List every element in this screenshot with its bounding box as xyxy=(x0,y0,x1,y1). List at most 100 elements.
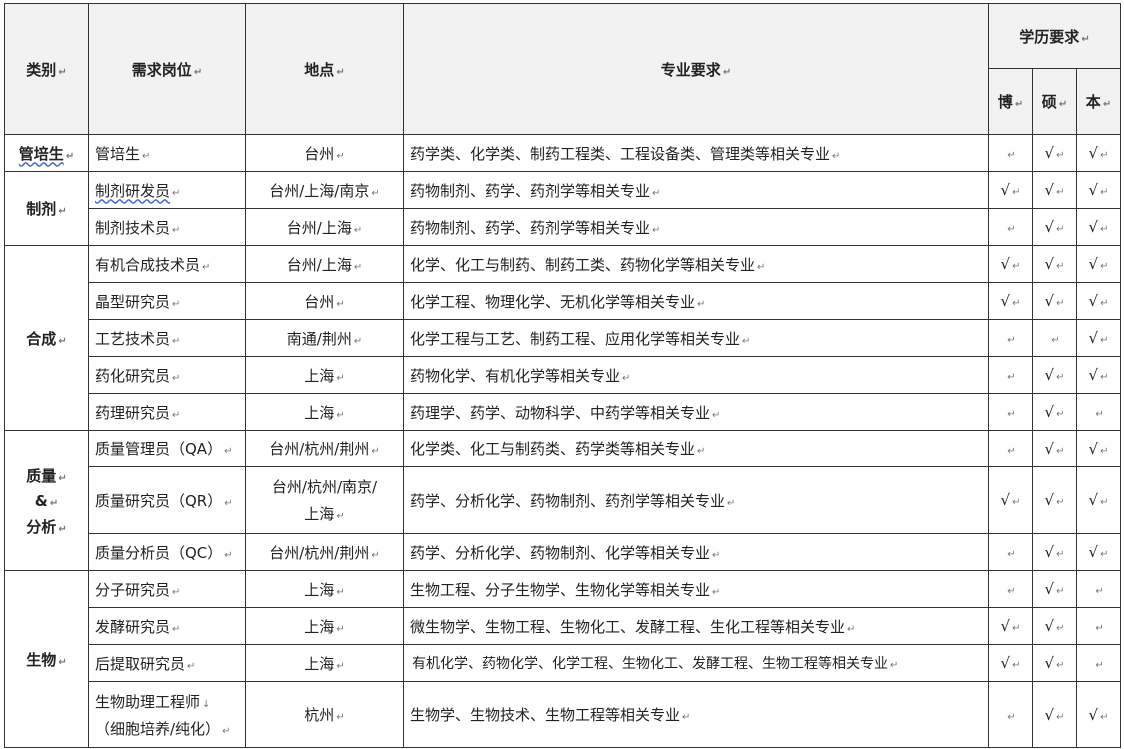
phd-cell: √ ↵ xyxy=(988,644,1033,682)
major-cell: 化学、化工与制药、制药工类、药物化学等相关专业 ↵ xyxy=(403,245,989,283)
bachelor-cell: √ ↵ xyxy=(1075,319,1122,357)
location-cell: 上海 ↵ xyxy=(245,644,404,682)
phd-cell: √ ↵ xyxy=(988,282,1033,320)
position-cell: 发酵研究员 ↵ xyxy=(88,607,246,645)
header-position: 需求岗位 ↵ xyxy=(88,3,246,135)
major-cell: 化学工程与工艺、制药工程、应用化学等相关专业 ↵ xyxy=(403,319,989,357)
header-education: 学历要求 ↵ xyxy=(987,3,1122,69)
table-row: 药化研究员 ↵ 上海 ↵ 药物化学、有机化学等相关专业 ↵ ↵ √ ↵ √ ↵ xyxy=(5,356,1122,394)
location-cell: 台州 ↵ xyxy=(245,134,404,172)
position-cell: 晶型研究员 ↵ xyxy=(88,282,246,320)
phd-cell: √ ↵ xyxy=(988,466,1033,534)
master-cell: √ ↵ xyxy=(1032,466,1077,534)
category-synthesis: 合成 ↵ xyxy=(4,245,89,431)
phd-cell: ↵ xyxy=(988,134,1033,172)
position-cell: 工艺技术员 ↵ xyxy=(88,319,246,357)
header-category: 类别 ↵ xyxy=(4,3,89,135)
position-cell: 药化研究员 ↵ xyxy=(88,356,246,394)
major-cell: 生物学、生物技术、生物工程等相关专业 ↵ xyxy=(403,681,989,748)
table-row: 质量分析员（QC） ↵ 台州/杭州/荆州 ↵ 药学、分析化学、药物制剂、化学等相关专… xyxy=(5,533,1122,571)
bachelor-cell: √ ↵ xyxy=(1075,681,1122,748)
bachelor-cell: √ ↵ xyxy=(1075,430,1122,467)
bachelor-cell: √ ↵ xyxy=(1075,171,1122,209)
major-cell: 化学工程、物理化学、无机化学等相关专业 ↵ xyxy=(403,282,989,320)
master-cell: √ ↵ xyxy=(1032,644,1077,682)
header-major: 专业要求 ↵ xyxy=(403,3,989,135)
master-cell: √ ↵ xyxy=(1032,393,1077,431)
location-cell: 台州/杭州/荆州 ↵ xyxy=(245,430,404,467)
location-cell: 上海 ↵ xyxy=(245,393,404,431)
position-cell: 分子研究员 ↵ xyxy=(88,570,246,608)
table-row: 工艺技术员 ↵ 南通/荆州 ↵ 化学工程与工艺、制药工程、应用化学等相关专业 ↵ ↵ … xyxy=(5,319,1122,357)
table-row: 后提取研究员 ↵ 上海 ↵ 有机化学、药物化学、化学工程、生物化工、发酵工程、生物工… xyxy=(5,644,1122,682)
bachelor-cell: ↵ xyxy=(1075,393,1122,431)
position-cell: 有机合成技术员 ↵ xyxy=(88,245,246,283)
location-cell: 台州/杭州/南京/ 上海 ↵ xyxy=(245,466,404,534)
master-cell: √ ↵ xyxy=(1032,430,1077,467)
location-cell: 上海 ↵ xyxy=(245,570,404,608)
table-row: 质量 ↵ & ↵ 分析 ↵ 质量管理员（QA） ↵ 台州/杭州/荆州 ↵ 化学类、化工与制… xyxy=(4,430,1122,571)
major-cell: 化学类、化工与制药类、药学类等相关专业 ↵ xyxy=(403,430,989,467)
major-cell: 药物制剂、药学、药剂学等相关专业 ↵ xyxy=(403,171,989,209)
location-cell: 杭州 ↵ xyxy=(245,681,404,748)
table-row: 药理研究员 ↵ 上海 ↵ 药理学、药学、动物科学、中药学等相关专业 ↵ ↵ √ ↵ ↵ xyxy=(5,393,1122,431)
master-cell: √ ↵ xyxy=(1032,208,1077,246)
bachelor-cell: √ ↵ xyxy=(1075,533,1122,571)
location-cell: 上海 ↵ xyxy=(245,607,404,645)
master-cell: √ ↵ xyxy=(1032,356,1077,394)
bachelor-cell: ↵ xyxy=(1075,607,1122,645)
location-cell: 台州 ↵ xyxy=(245,282,404,320)
table-row: 晶型研究员 ↵ 台州 ↵ 化学工程、物理化学、无机化学等相关专业 ↵ √ ↵ √ ↵ √ ↵ xyxy=(5,282,1122,320)
position-cell: 制剂研发员 ↵ xyxy=(88,171,246,209)
bachelor-cell: √ ↵ xyxy=(1075,356,1122,394)
major-cell: 微生物学、生物工程、生物化工、发酵工程、生化工程等相关专业 ↵ xyxy=(403,607,989,645)
master-cell: √ ↵ xyxy=(1032,245,1077,283)
header-location: 地点 ↵ xyxy=(245,3,404,135)
table-row: 制剂 ↵ 制剂研发员 ↵ 台州/上海/南京 ↵ 药物制剂、药学、药剂学等相关专业 ↵ √… xyxy=(4,171,1122,246)
phd-cell: ↵ xyxy=(988,393,1033,431)
position-cell: 后提取研究员 ↵ xyxy=(88,644,246,682)
master-cell: √ ↵ xyxy=(1032,681,1077,748)
master-cell: √ ↵ xyxy=(1032,282,1077,320)
master-cell: ↵ xyxy=(1032,319,1077,357)
location-cell: 台州/上海/南京 ↵ xyxy=(245,171,404,209)
header-phd: 博 ↵ xyxy=(988,68,1033,135)
master-cell: √ ↵ xyxy=(1032,533,1077,571)
phd-cell: ↵ xyxy=(988,570,1033,608)
position-cell: 管培生 ↵ xyxy=(88,134,246,172)
table-row: 生物助理工程师 ↓ （细胞培养/纯化） ↵ 杭州 ↵ 生物学、生物技术、生物工程等相关… xyxy=(5,681,1122,748)
phd-cell: ↵ xyxy=(988,356,1033,394)
table-row: 生物 ↵ 分子研究员 ↵ 上海 ↵ 生物工程、分子生物学、生物化学等相关专业 ↵ ↵ √… xyxy=(4,570,1122,748)
phd-cell: ↵ xyxy=(988,533,1033,571)
major-cell: 药物制剂、药学、药剂学等相关专业 ↵ xyxy=(403,208,989,246)
phd-cell: ↵ xyxy=(988,208,1033,246)
location-cell: 台州/上海 ↵ xyxy=(245,245,404,283)
category-quality-analysis: 质量 ↵ & ↵ 分析 ↵ xyxy=(4,430,89,571)
category-biology: 生物 ↵ xyxy=(4,570,89,748)
position-cell: 质量分析员（QC） ↵ xyxy=(88,533,246,571)
phd-cell: ↵ xyxy=(988,681,1033,748)
phd-cell: ↵ xyxy=(988,319,1033,357)
master-cell: √ ↵ xyxy=(1032,134,1077,172)
phd-cell: ↵ xyxy=(988,430,1033,467)
major-cell: 有机化学、药物化学、化学工程、生物化工、发酵工程、生物工程等相关专业 ↵ xyxy=(403,644,989,682)
location-cell: 台州/杭州/荆州 ↵ xyxy=(245,533,404,571)
major-cell: 生物工程、分子生物学、生物化学等相关专业 ↵ xyxy=(403,570,989,608)
location-cell: 台州/上海 ↵ xyxy=(245,208,404,246)
phd-cell: √ ↵ xyxy=(988,245,1033,283)
master-cell: √ ↵ xyxy=(1032,570,1077,608)
bachelor-cell: √ ↵ xyxy=(1075,134,1122,172)
position-cell: 药理研究员 ↵ xyxy=(88,393,246,431)
bachelor-cell: √ ↵ xyxy=(1075,466,1122,534)
location-cell: 上海 ↵ xyxy=(245,356,404,394)
phd-cell: √ ↵ xyxy=(988,607,1033,645)
position-cell: 生物助理工程师 ↓ （细胞培养/纯化） ↵ xyxy=(88,681,246,748)
table-row: 发酵研究员 ↵ 上海 ↵ 微生物学、生物工程、生物化工、发酵工程、生化工程等相关专业… xyxy=(5,607,1122,645)
bachelor-cell: ↵ xyxy=(1075,570,1122,608)
location-cell: 南通/荆州 ↵ xyxy=(245,319,404,357)
master-cell: √ ↵ xyxy=(1032,171,1077,209)
table-row: 合成 ↵ 有机合成技术员 ↵ 台州/上海 ↵ 化学、化工与制药、制药工类、药物化学等相… xyxy=(4,245,1122,431)
position-cell: 质量研究员（QR） ↵ xyxy=(88,466,246,534)
bachelor-cell: ↵ xyxy=(1075,644,1122,682)
phd-cell: √ ↵ xyxy=(988,171,1033,209)
